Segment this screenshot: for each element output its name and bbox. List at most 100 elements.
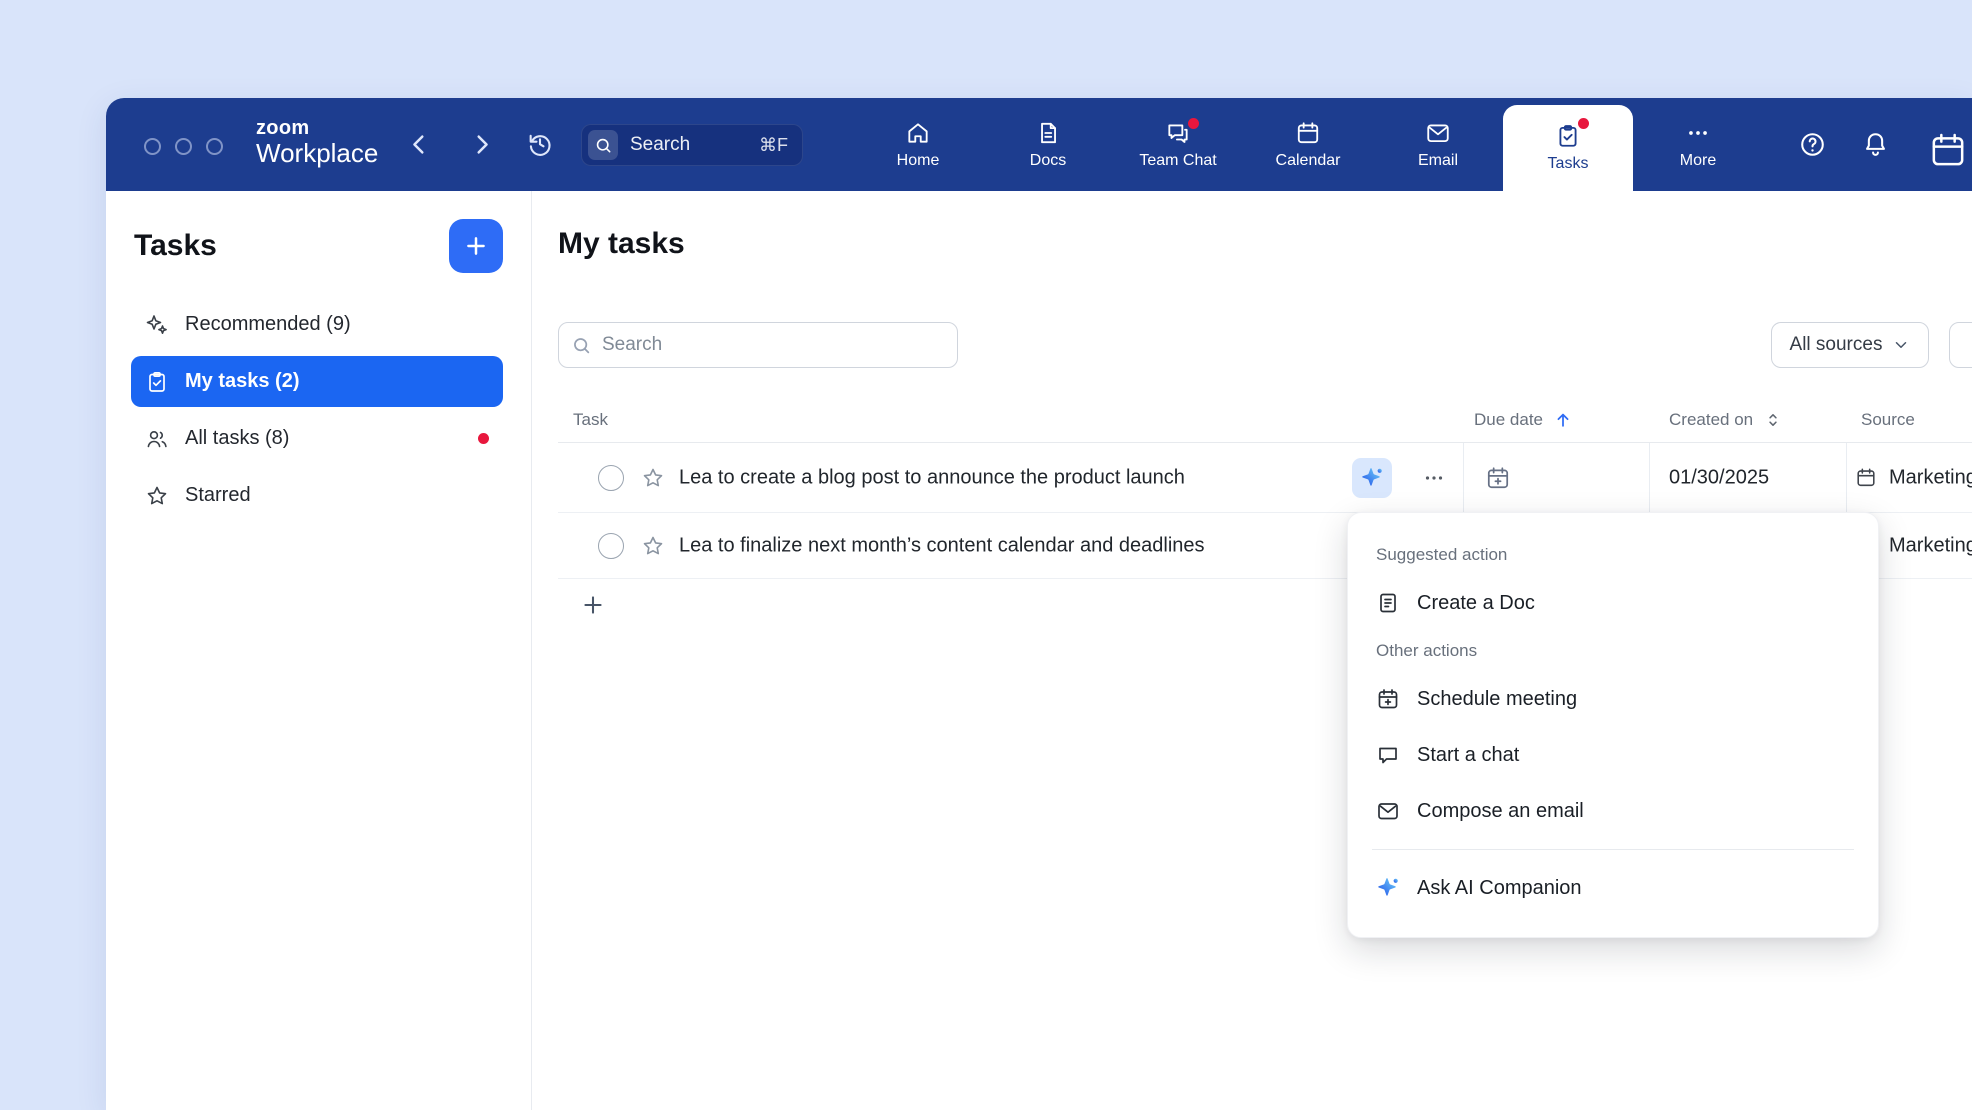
nav-label-more: More	[1680, 152, 1716, 170]
column-header-due-date-label: Due date	[1474, 410, 1543, 430]
menu-item-compose-an-email[interactable]: Compose an email	[1348, 783, 1878, 839]
star-icon	[145, 484, 169, 508]
column-divider	[1649, 443, 1650, 512]
global-search-shortcut: ⌘F	[759, 135, 788, 156]
plus-icon	[580, 592, 606, 618]
chevron-right-icon	[468, 131, 495, 158]
source-value: Marketing	[1889, 466, 1972, 489]
help-button[interactable]	[1798, 130, 1827, 159]
global-search[interactable]: Search ⌘F	[581, 124, 803, 166]
logo-product: Workplace	[256, 139, 378, 168]
search-icon	[594, 136, 613, 155]
created-on-value: 01/30/2025	[1669, 466, 1769, 489]
clipboard-check-icon	[145, 370, 169, 394]
nav-label-calendar: Calendar	[1276, 152, 1341, 170]
window-control-close[interactable]	[144, 138, 161, 155]
column-header-task: Task	[573, 396, 608, 443]
sidebar-item-recommended[interactable]: Recommended (9)	[131, 299, 503, 350]
ai-sparkle-icon	[1360, 466, 1384, 490]
menu-item-create-a-doc[interactable]: Create a Doc	[1348, 575, 1878, 631]
menu-item-label: Start a chat	[1417, 744, 1519, 767]
table-row[interactable]: Lea to create a blog post to announce th…	[558, 443, 1972, 513]
nav-item-more[interactable]: More	[1633, 98, 1763, 191]
sidebar-item-label: All tasks (8)	[185, 427, 289, 450]
star-icon[interactable]	[641, 466, 665, 490]
nav-item-email[interactable]: Email	[1373, 98, 1503, 191]
row-more-actions-button[interactable]	[1414, 458, 1454, 498]
help-icon	[1798, 130, 1827, 159]
task-search-input[interactable]	[602, 334, 945, 356]
date-widget-button[interactable]	[1928, 130, 1968, 170]
sidebar-item-starred[interactable]: Starred	[131, 470, 503, 521]
menu-item-ask-ai-companion[interactable]: Ask AI Companion	[1348, 860, 1878, 916]
sidebar-item-label: My tasks (2)	[185, 370, 300, 393]
ai-companion-action-button[interactable]	[1352, 458, 1392, 498]
sidebar-title: Tasks	[134, 229, 217, 263]
task-search-field[interactable]	[558, 322, 958, 368]
add-due-date-button[interactable]	[1485, 465, 1511, 491]
chat-bubble-icon	[1376, 743, 1400, 767]
new-task-button[interactable]	[449, 219, 503, 273]
sidebar: Tasks Recommended (9)	[106, 191, 532, 1110]
nav-item-calendar[interactable]: Calendar	[1243, 98, 1373, 191]
other-actions-section-label: Other actions	[1348, 631, 1878, 671]
nav-item-docs[interactable]: Docs	[983, 98, 1113, 191]
calendar-icon	[1295, 120, 1321, 146]
forward-button[interactable]	[468, 131, 495, 158]
sidebar-header: Tasks	[106, 191, 531, 291]
sidebar-item-my-tasks[interactable]: My tasks (2)	[131, 356, 503, 407]
history-button[interactable]	[526, 130, 554, 158]
nav-label-team-chat: Team Chat	[1139, 152, 1216, 170]
history-icon	[526, 130, 554, 158]
sources-filter-label: All sources	[1790, 334, 1883, 356]
table-header-row: Task Due date Created on	[558, 396, 1972, 443]
window-control-zoom[interactable]	[206, 138, 223, 155]
plus-icon	[463, 233, 489, 259]
column-header-due-date[interactable]: Due date	[1474, 396, 1573, 443]
column-header-source-label: Source	[1861, 410, 1915, 430]
tasks-notification-dot	[1578, 118, 1589, 129]
back-button[interactable]	[406, 131, 433, 158]
menu-item-schedule-meeting[interactable]: Schedule meeting	[1348, 671, 1878, 727]
clipped-toolbar-button[interactable]	[1949, 322, 1972, 368]
menu-divider	[1372, 849, 1854, 850]
window-control-minimize[interactable]	[175, 138, 192, 155]
task-complete-radio[interactable]	[598, 533, 624, 559]
menu-item-label: Create a Doc	[1417, 592, 1535, 615]
add-task-button[interactable]	[580, 592, 606, 618]
tasks-icon	[1555, 123, 1581, 149]
sparkles-icon	[145, 313, 169, 337]
all-tasks-notification-dot	[478, 433, 489, 444]
task-title: Lea to create a blog post to announce th…	[679, 466, 1185, 489]
sidebar-item-label: Recommended (9)	[185, 313, 351, 336]
notifications-button[interactable]	[1861, 130, 1890, 159]
task-complete-radio[interactable]	[598, 465, 624, 491]
ai-sparkle-icon	[1376, 876, 1400, 900]
menu-item-start-a-chat[interactable]: Start a chat	[1348, 727, 1878, 783]
doc-icon	[1376, 591, 1400, 615]
main-content: My tasks All sources Task	[532, 191, 1972, 1110]
sidebar-item-label: Starred	[185, 484, 251, 507]
nav-label-docs: Docs	[1030, 152, 1066, 170]
column-header-task-label: Task	[573, 410, 608, 430]
nav-item-home[interactable]: Home	[853, 98, 983, 191]
nav-item-team-chat[interactable]: Team Chat	[1113, 98, 1243, 191]
sidebar-list: Recommended (9) My tasks (2) All tasks (…	[106, 291, 531, 521]
nav-label-tasks: Tasks	[1548, 155, 1589, 173]
search-icon	[571, 335, 592, 356]
source-calendar-icon	[1855, 467, 1877, 489]
page-title: My tasks	[558, 227, 685, 261]
sidebar-item-all-tasks[interactable]: All tasks (8)	[131, 413, 503, 464]
star-icon[interactable]	[641, 534, 665, 558]
more-icon	[1685, 120, 1711, 146]
task-title: Lea to finalize next month’s content cal…	[679, 534, 1205, 557]
sources-filter-dropdown[interactable]: All sources	[1771, 322, 1929, 368]
calendar-plus-icon	[1376, 687, 1400, 711]
menu-item-label: Schedule meeting	[1417, 688, 1577, 711]
nav-label-email: Email	[1418, 152, 1458, 170]
chevron-down-icon	[1892, 336, 1910, 354]
nav-item-tasks[interactable]: Tasks	[1503, 105, 1633, 191]
column-header-created-on[interactable]: Created on	[1669, 396, 1783, 443]
email-icon	[1425, 120, 1451, 146]
sort-toggle-icon	[1763, 410, 1783, 430]
